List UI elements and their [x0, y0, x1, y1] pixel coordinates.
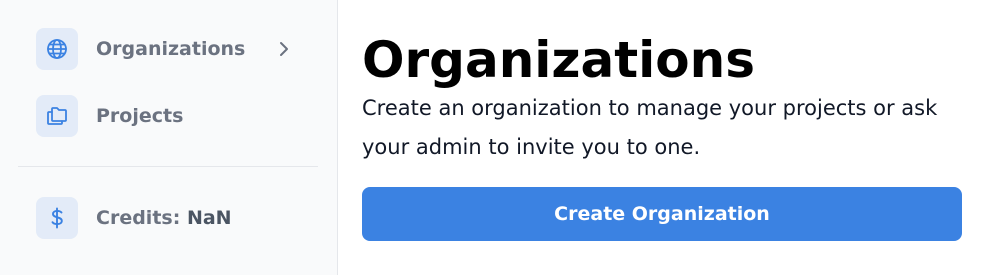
- sidebar-item-label: Projects: [96, 105, 184, 127]
- app-root: Organizations Projects Credits: NaN Orga…: [0, 0, 1008, 275]
- credits-value: NaN: [186, 207, 232, 229]
- sidebar-item-organizations[interactable]: Organizations: [36, 28, 245, 70]
- sidebar: Organizations Projects Credits: NaN: [0, 0, 338, 275]
- sidebar-item-projects[interactable]: Projects: [36, 95, 183, 137]
- sidebar-divider: [18, 166, 318, 167]
- page-description: Create an organization to manage your pr…: [362, 96, 938, 159]
- credits-label: Credits: NaN: [96, 207, 232, 229]
- dollar-icon: [36, 197, 78, 239]
- sidebar-item-label: Organizations: [96, 38, 246, 60]
- credits-label-text: Credits:: [96, 207, 181, 229]
- chevron-right-icon[interactable]: [276, 38, 292, 60]
- sidebar-item-credits: Credits: NaN: [36, 197, 232, 239]
- create-organization-button[interactable]: Create Organization: [362, 187, 962, 241]
- folders-icon: [36, 95, 78, 137]
- page-title: Organizations: [362, 31, 756, 89]
- globe-icon: [36, 28, 78, 70]
